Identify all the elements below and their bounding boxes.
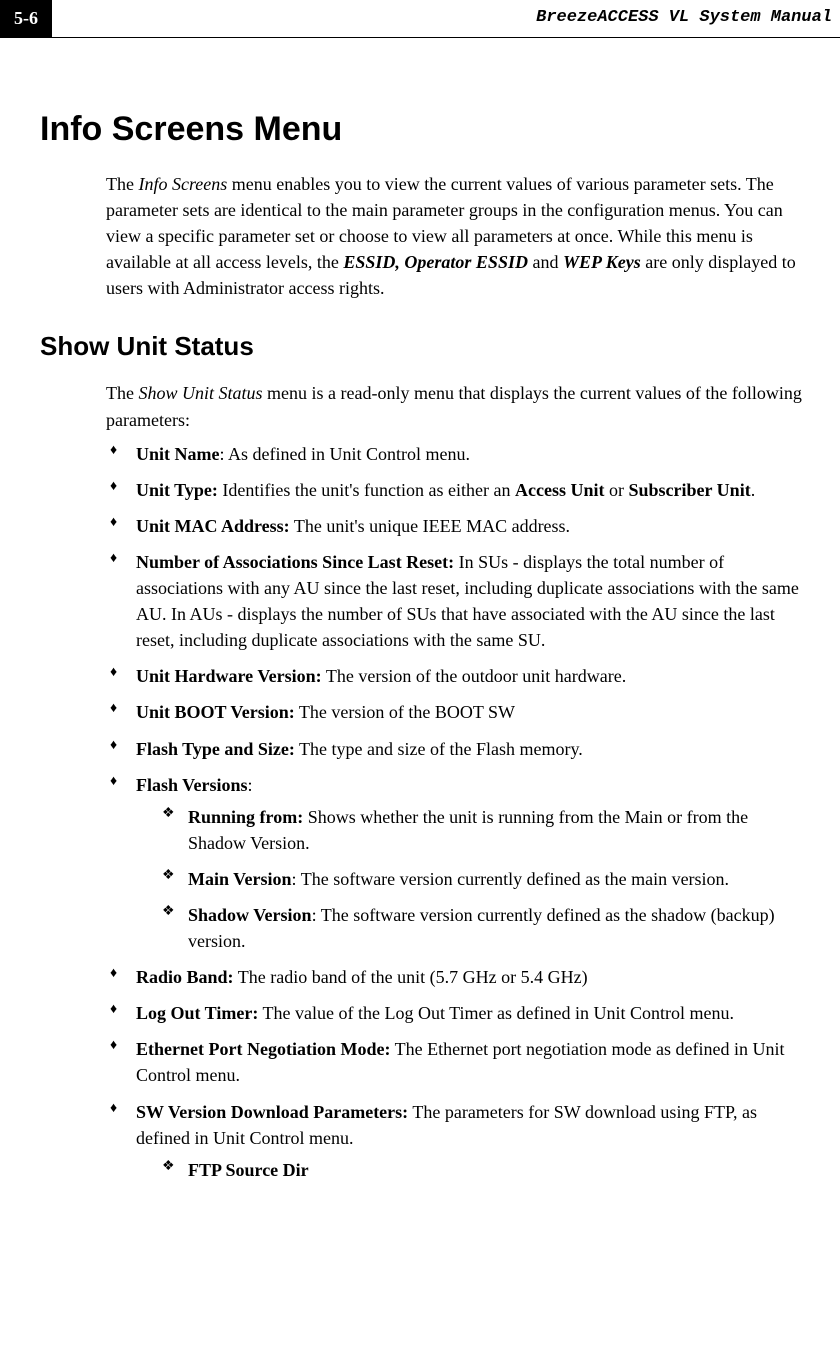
intro-paragraph: The Info Screens menu enables you to vie… — [106, 171, 808, 301]
item-label: Flash Type and Size: — [136, 739, 295, 759]
item-text: : As defined in Unit Control menu. — [220, 444, 470, 464]
item-label: Number of Associations Since Last Reset: — [136, 552, 454, 572]
item-text: The version of the BOOT SW — [295, 702, 515, 722]
parameter-list: Unit Name: As defined in Unit Control me… — [106, 441, 808, 1183]
text: and — [528, 252, 563, 272]
item-label: Main Version — [188, 869, 292, 889]
item-label: Shadow Version — [188, 905, 312, 925]
item-label: Log Out Timer: — [136, 1003, 258, 1023]
list-item: Flash Type and Size: The type and size o… — [106, 736, 808, 762]
item-text: : The software version currently defined… — [292, 869, 730, 889]
sub-list: Running from: Shows whether the unit is … — [162, 804, 808, 954]
item-label: FTP Source Dir — [188, 1160, 309, 1180]
list-item: Flash Versions: Running from: Shows whet… — [106, 772, 808, 955]
text: The — [106, 383, 138, 403]
list-item: Unit Hardware Version: The version of th… — [106, 663, 808, 689]
item-text: The type and size of the Flash memory. — [295, 739, 583, 759]
item-text: or — [605, 480, 629, 500]
list-item: Shadow Version: The software version cur… — [162, 902, 808, 954]
list-item: Unit BOOT Version: The version of the BO… — [106, 699, 808, 725]
status-intro-paragraph: The Show Unit Status menu is a read-only… — [106, 380, 808, 432]
item-label: Unit Name — [136, 444, 220, 464]
item-label: Flash Versions — [136, 775, 248, 795]
item-label: Radio Band: — [136, 967, 234, 987]
item-text: The version of the outdoor unit hardware… — [322, 666, 627, 686]
document-title: BreezeACCESS VL System Manual — [52, 0, 840, 37]
list-item: Unit MAC Address: The unit's unique IEEE… — [106, 513, 808, 539]
heading-info-screens-menu: Info Screens Menu — [40, 110, 808, 149]
item-text: The unit's unique IEEE MAC address. — [290, 516, 570, 536]
text-italic: Info Screens — [138, 174, 227, 194]
item-label: Ethernet Port Negotiation Mode: — [136, 1039, 390, 1059]
item-label: Unit MAC Address: — [136, 516, 290, 536]
item-text: The value of the Log Out Timer as define… — [258, 1003, 734, 1023]
text-bold: Access Unit — [515, 480, 604, 500]
item-text: Identifies the unit's function as either… — [218, 480, 515, 500]
list-item: Ethernet Port Negotiation Mode: The Ethe… — [106, 1036, 808, 1088]
list-item: Radio Band: The radio band of the unit (… — [106, 964, 808, 990]
list-item: Unit Type: Identifies the unit's functio… — [106, 477, 808, 503]
page-content: Info Screens Menu The Info Screens menu … — [0, 38, 840, 1183]
item-label: Unit BOOT Version: — [136, 702, 295, 722]
list-item: FTP Source Dir — [162, 1157, 808, 1183]
list-item: Number of Associations Since Last Reset:… — [106, 549, 808, 653]
text-italic: Show Unit Status — [138, 383, 262, 403]
heading-show-unit-status: Show Unit Status — [40, 331, 808, 362]
list-item: Running from: Shows whether the unit is … — [162, 804, 808, 856]
item-label: Unit Type: — [136, 480, 218, 500]
item-label: Unit Hardware Version: — [136, 666, 322, 686]
text-bold-italic: WEP Keys — [563, 252, 641, 272]
item-text: . — [751, 480, 756, 500]
list-item: Main Version: The software version curre… — [162, 866, 808, 892]
item-label: SW Version Download Parameters: — [136, 1102, 408, 1122]
page-number: 5-6 — [0, 0, 52, 37]
sub-list: FTP Source Dir — [162, 1157, 808, 1183]
text-bold-italic: ESSID, Operator ESSID — [343, 252, 528, 272]
list-item: SW Version Download Parameters: The para… — [106, 1099, 808, 1183]
list-item: Log Out Timer: The value of the Log Out … — [106, 1000, 808, 1026]
item-label: Running from: — [188, 807, 303, 827]
item-text: The radio band of the unit (5.7 GHz or 5… — [234, 967, 588, 987]
page-header: 5-6 BreezeACCESS VL System Manual — [0, 0, 840, 38]
item-text: : — [248, 775, 253, 795]
text: The — [106, 174, 138, 194]
list-item: Unit Name: As defined in Unit Control me… — [106, 441, 808, 467]
text-bold: Subscriber Unit — [629, 480, 751, 500]
